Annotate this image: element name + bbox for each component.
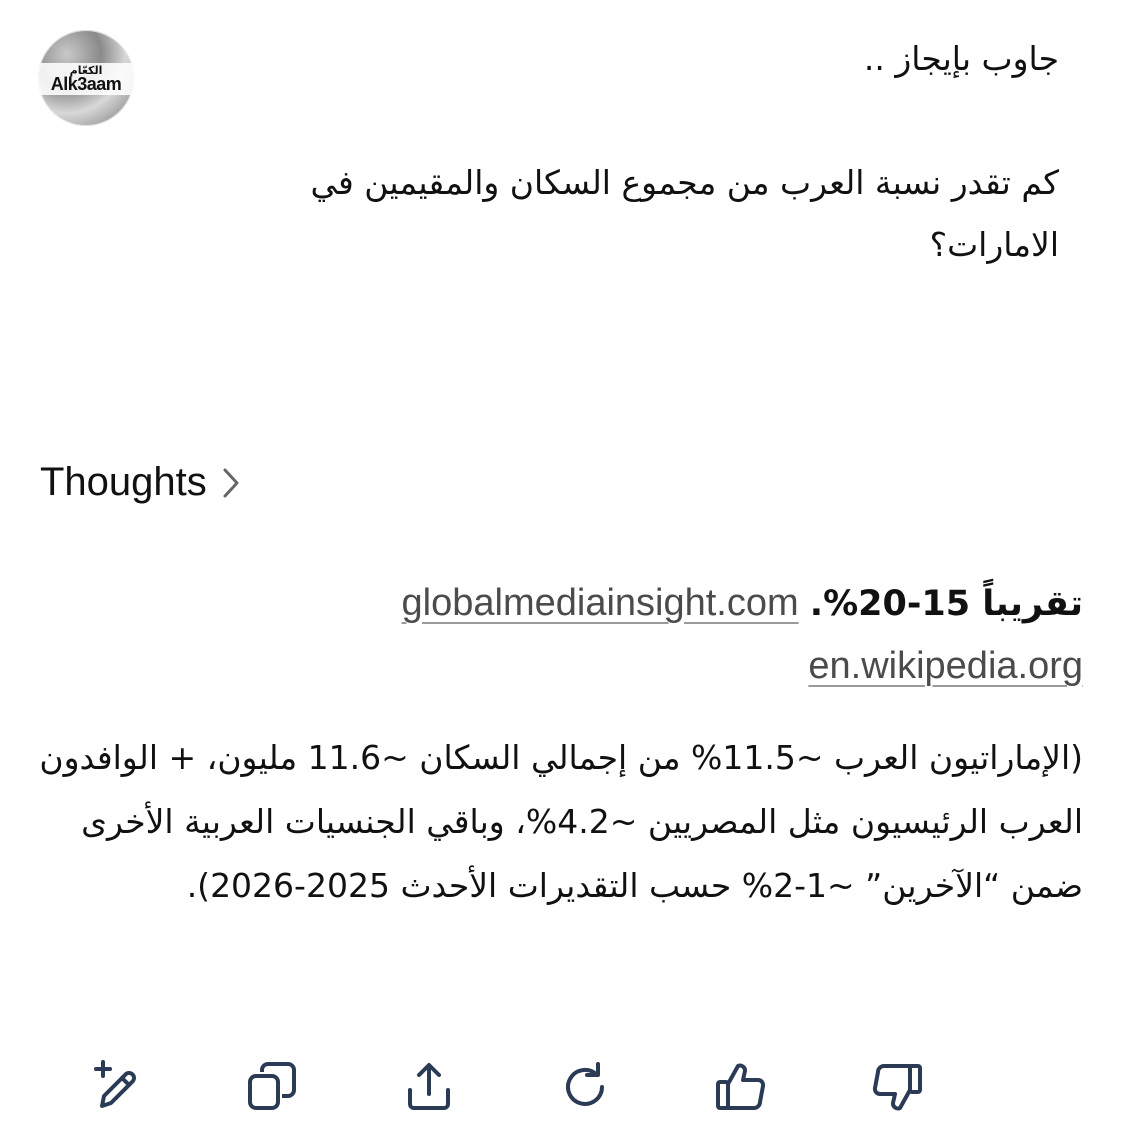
regenerate-button[interactable] [558, 1060, 612, 1114]
answer-summary: تقريباً 15-20%. [809, 584, 1083, 624]
share-button[interactable] [402, 1060, 456, 1114]
prompt-line-1: جاوب بإيجاز .. [863, 39, 1059, 78]
thoughts-toggle[interactable]: Thoughts [40, 460, 241, 505]
share-icon [408, 1063, 450, 1110]
answer-body: (الإماراتيون العرب ~11.5% من إجمالي السك… [39, 738, 1083, 905]
avatar-brand-latin: Alk3aam [50, 74, 122, 94]
edit-button[interactable] [90, 1060, 144, 1114]
answer-headline: تقريباً 15-20%. globalmediainsight.com e… [43, 572, 1083, 698]
avatar: الكعّام Alk3aam [38, 30, 134, 126]
like-button[interactable] [714, 1060, 768, 1114]
chevron-right-icon [223, 468, 239, 497]
user-prompt: جاوب بإيجاز .. كم تقدر نسبة العرب من مجم… [179, 28, 1059, 276]
copy-button[interactable] [246, 1060, 300, 1114]
thumbs-down-icon [872, 1064, 922, 1111]
source-link-wikipedia[interactable]: en.wikipedia.org [808, 645, 1083, 687]
message-action-bar [0, 1060, 1125, 1114]
copy-icon [248, 1062, 296, 1110]
source-link-globalmediainsight[interactable]: globalmediainsight.com [402, 582, 799, 624]
thumbs-up-icon [716, 1063, 766, 1110]
thoughts-label: Thoughts [40, 460, 207, 504]
edit-sparkle-icon [94, 1060, 136, 1108]
regenerate-icon [566, 1062, 604, 1106]
prompt-line-2: كم تقدر نسبة العرب من مجموع السكان والمق… [299, 163, 1059, 264]
dislike-button[interactable] [870, 1060, 924, 1114]
